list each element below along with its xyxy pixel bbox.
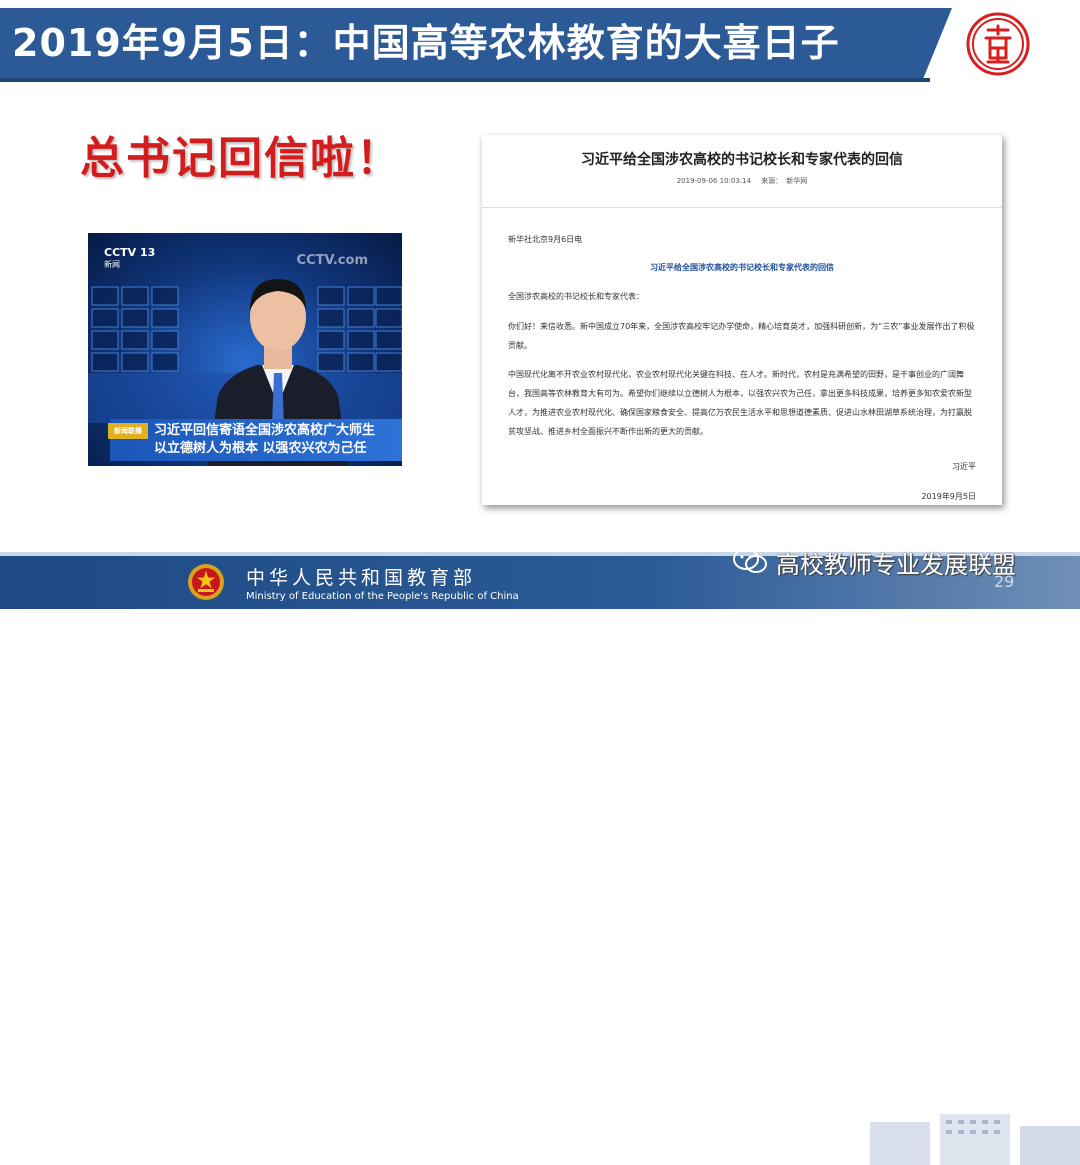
reply-letter-card: 习近平给全国涉农高校的书记校长和专家代表的回信 2019-09-06 10:03…	[482, 135, 1002, 505]
watermark-text: 高校教师专业发展联盟	[776, 551, 1016, 579]
letter-salutation: 全国涉农高校的书记校长和专家代表：	[508, 292, 644, 301]
letter-timestamp: 2019-09-06 10:03:14	[676, 177, 752, 185]
letter-date: 2019年9月5日	[921, 492, 976, 501]
letter-source-value: 新华网	[786, 177, 808, 185]
channel-sub-text: 新闻	[104, 260, 120, 269]
headline: 总书记回信啦！	[80, 133, 402, 184]
wechat-icon	[733, 548, 767, 573]
news-program-badge: 新闻联播	[108, 423, 148, 439]
campus-buildings-image	[870, 1114, 1080, 1165]
letter-paragraph-2: 中国现代化离不开农业农村现代化，农业农村现代化关键在科技、在人才。新时代，农村是…	[508, 370, 972, 436]
letter-dateline: 新华社北京9月6日电	[508, 235, 583, 244]
letter-signature: 习近平	[952, 462, 976, 471]
slide-title: 2019年9月5日：中国高等农林教育的大喜日子	[12, 21, 840, 65]
cctv-channel-logo: CCTV 13 新闻	[104, 247, 155, 271]
caption-line-1: 习近平回信寄语全国涉农高校广大师生	[154, 423, 376, 438]
ministry-name-cn: 中华人民共和国教育部	[246, 567, 477, 589]
letter-paragraph-1: 你们好！来信收悉。新中国成立70年来，全国涉农高校牢记办学使命，精心培育英才，加…	[508, 322, 975, 350]
letter-heading: 习近平给全国涉农高校的书记校长和专家代表的回信	[650, 263, 834, 272]
letter-title: 习近平给全国涉农高校的书记校长和专家代表的回信	[581, 152, 903, 168]
letter-divider	[482, 207, 1002, 208]
page-number: 29	[994, 572, 1015, 591]
letter-meta: 2019-09-06 10:03:14 来源： 新华网	[482, 176, 1002, 186]
header-bar-accent	[0, 78, 930, 82]
news-broadcast-image: CCTV 13 新闻 CCTV.com 新闻联播 习近平回信寄语全国涉农高校广大…	[88, 233, 402, 466]
slide-header: 2019年9月5日：中国高等农林教育的大喜日子	[0, 0, 1080, 88]
letter-source-label: 来源：	[761, 177, 783, 185]
channel-logo-text: CCTV 13	[104, 246, 156, 259]
caption-line-2: 以立德树人为根本 以强农兴农为己任	[154, 441, 367, 456]
national-emblem-icon	[188, 564, 224, 600]
ministry-name-en: Ministry of Education of the People's Re…	[246, 591, 519, 602]
university-seal-icon	[966, 12, 1030, 76]
